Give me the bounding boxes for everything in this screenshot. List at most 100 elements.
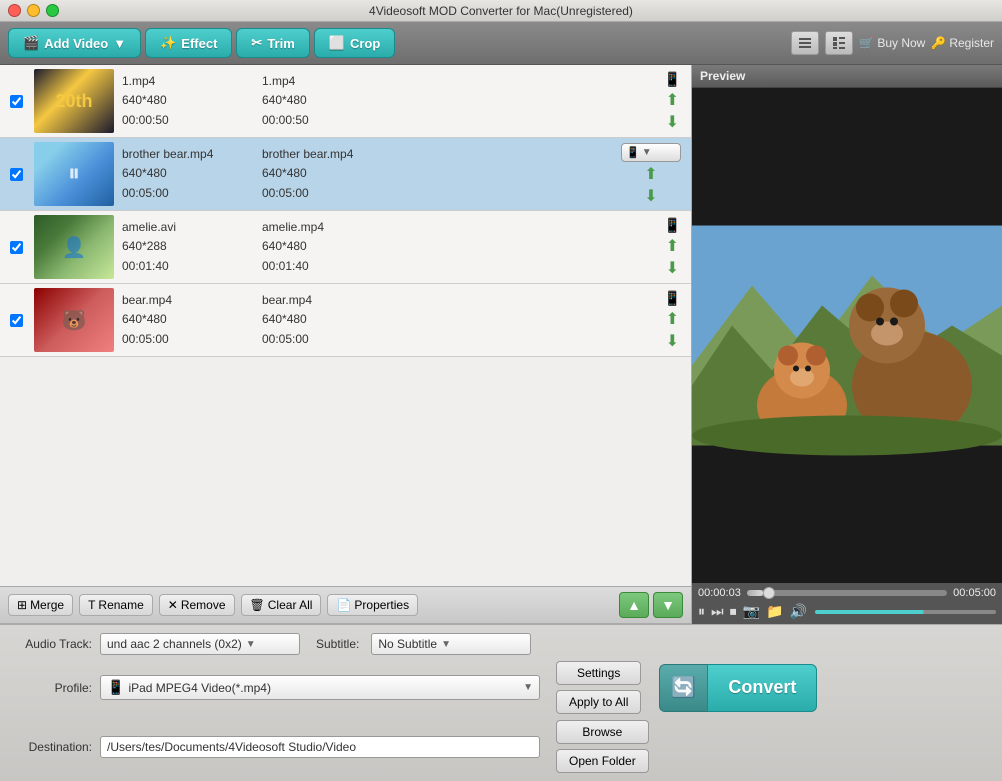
row-1-input-dur: 00:00:50: [122, 111, 242, 130]
row-4-output-res: 640*480: [262, 310, 382, 329]
browse-open-btns: Browse Open Folder: [556, 720, 649, 773]
trim-icon: ✂: [251, 35, 262, 51]
row-1-down-icon[interactable]: ⬇: [666, 112, 679, 132]
row-3-file-icons: ⬆ ⬇: [666, 236, 679, 278]
remove-icon: ✕: [168, 598, 178, 612]
open-folder-preview-button[interactable]: 📁: [766, 603, 783, 620]
buy-now-button[interactable]: 🛒 Buy Now: [859, 36, 925, 50]
subtitle-select[interactable]: No Subtitle ▼: [371, 633, 531, 655]
detail-view-button[interactable]: [825, 31, 853, 55]
audio-track-select[interactable]: und aac 2 channels (0x2) ▼: [100, 633, 300, 655]
total-time: 00:05:00: [953, 587, 996, 599]
settings-button[interactable]: Settings: [556, 661, 641, 685]
table-row[interactable]: 20th 1.mp4 640*480 00:00:50 1.mp4 640*48…: [0, 65, 691, 138]
row-1-device-icon: 📱: [664, 71, 681, 88]
table-row[interactable]: 👤 amelie.avi 640*288 00:01:40 amelie.mp4…: [0, 211, 691, 284]
row-4-output-name: bear.mp4: [262, 291, 382, 310]
row-3-output-res: 640*480: [262, 237, 382, 256]
destination-input[interactable]: [100, 736, 540, 758]
audio-track-value: und aac 2 channels (0x2): [107, 637, 242, 651]
register-button[interactable]: 🔑 Register: [931, 36, 994, 50]
minimize-button[interactable]: [27, 4, 40, 17]
row-3-checkbox[interactable]: [6, 241, 26, 254]
step-forward-button[interactable]: ⏭: [711, 603, 724, 620]
merge-button[interactable]: ⊞ Merge: [8, 594, 73, 616]
audio-track-row: Audio Track: und aac 2 channels (0x2) ▼ …: [12, 633, 990, 655]
row-1-input-res: 640*480: [122, 91, 242, 110]
toolbar-right: 🛒 Buy Now 🔑 Register: [791, 31, 994, 55]
file-bottom-toolbar: ⊞ Merge T Rename ✕ Remove 🗑 Clear All 📄 …: [0, 586, 691, 624]
crop-icon: ⬜: [329, 35, 345, 51]
trim-button[interactable]: ✂ Trim: [236, 28, 309, 58]
row-1-input-info: 1.mp4 640*480 00:00:50: [122, 72, 242, 130]
row-3-down-icon[interactable]: ⬇: [666, 258, 679, 278]
row-4-output-info: bear.mp4 640*480 00:05:00: [262, 291, 382, 349]
row-3-input-res: 640*288: [122, 237, 242, 256]
snapshot-button[interactable]: 📷: [743, 603, 760, 620]
list-view-button[interactable]: [791, 31, 819, 55]
profile-row: Profile: 📱 iPad MPEG4 Video(*.mp4) ▼ Set…: [12, 661, 990, 714]
volume-slider[interactable]: [815, 610, 996, 614]
row-4-down-icon[interactable]: ⬇: [666, 331, 679, 351]
chevron-down-icon: ▼: [523, 682, 533, 693]
clear-icon: 🗑: [250, 598, 265, 612]
row-2-input-dur: 00:05:00: [122, 184, 242, 203]
window-controls[interactable]: [8, 4, 59, 17]
volume-icon[interactable]: 🔊: [789, 603, 806, 620]
clear-all-button[interactable]: 🗑 Clear All: [241, 594, 322, 616]
row-2-input-name: brother bear.mp4: [122, 145, 242, 164]
convert-button[interactable]: Convert: [707, 664, 817, 712]
effect-button[interactable]: ✨ Effect: [145, 28, 232, 58]
rename-button[interactable]: T Rename: [79, 594, 153, 616]
row-2-down-icon[interactable]: ⬇: [644, 186, 657, 206]
row-4-checkbox[interactable]: [6, 314, 26, 327]
row-3-input-name: amelie.avi: [122, 218, 242, 237]
row-3-input-dur: 00:01:40: [122, 257, 242, 276]
main-area: 20th 1.mp4 640*480 00:00:50 1.mp4 640*48…: [0, 65, 1002, 624]
row-1-output-dur: 00:00:50: [262, 111, 382, 130]
current-time: 00:00:03: [698, 587, 741, 599]
close-button[interactable]: [8, 4, 21, 17]
maximize-button[interactable]: [46, 4, 59, 17]
row-4-info: bear.mp4 640*480 00:05:00 bear.mp4 640*4…: [122, 291, 664, 349]
progress-thumb[interactable]: [763, 587, 775, 599]
move-up-button[interactable]: ▲: [619, 592, 649, 618]
progress-track[interactable]: [747, 590, 947, 596]
row-1-checkbox[interactable]: [6, 95, 26, 108]
row-3-input-info: amelie.avi 640*288 00:01:40: [122, 218, 242, 276]
add-video-dropdown-arrow[interactable]: ▼: [113, 36, 126, 51]
properties-button[interactable]: 📄 Properties: [327, 594, 418, 616]
row-4-thumbnail: 🐻: [34, 288, 114, 352]
add-video-button[interactable]: 🎬 Add Video ▼: [8, 28, 141, 58]
row-3-up-icon[interactable]: ⬆: [666, 236, 679, 256]
row-2-device-icon: 📱: [626, 146, 640, 159]
row-2-thumbnail: ⏸: [34, 142, 114, 206]
main-toolbar: 🎬 Add Video ▼ ✨ Effect ✂ Trim ⬜ Crop: [0, 22, 1002, 65]
move-down-button[interactable]: ▼: [653, 592, 683, 618]
row-4-up-icon[interactable]: ⬆: [666, 309, 679, 329]
profile-select[interactable]: 📱 iPad MPEG4 Video(*.mp4) ▼: [100, 675, 540, 700]
open-folder-button[interactable]: Open Folder: [556, 749, 649, 773]
row-3-output-dur: 00:01:40: [262, 257, 382, 276]
row-2-output-select[interactable]: 📱 ▼: [621, 143, 681, 162]
table-row[interactable]: 🐻 bear.mp4 640*480 00:05:00 bear.mp4 640…: [0, 284, 691, 357]
row-3-actions: 📱 ⬆ ⬇: [664, 217, 681, 278]
remove-button[interactable]: ✕ Remove: [159, 594, 235, 616]
stop-button[interactable]: ⏹: [730, 603, 737, 620]
person-icon: 👤: [62, 235, 87, 260]
row-2-checkbox[interactable]: [6, 168, 26, 181]
app-title: 4Videosoft MOD Converter for Mac(Unregis…: [369, 4, 633, 18]
pause-button[interactable]: ⏸: [698, 603, 705, 620]
browse-button[interactable]: Browse: [556, 720, 649, 744]
row-2-up-icon[interactable]: ⬆: [644, 164, 657, 184]
playback-controls: ⏸ ⏭ ⏹ 📷 📁 🔊: [698, 603, 996, 620]
crop-button[interactable]: ⬜ Crop: [314, 28, 396, 58]
rename-icon: T: [88, 598, 95, 612]
preview-panel: Preview: [692, 65, 1002, 624]
settings-apply-btns: Settings Apply to All: [556, 661, 641, 714]
apply-to-all-button[interactable]: Apply to All: [556, 690, 641, 714]
table-row[interactable]: ⏸ brother bear.mp4 640*480 00:05:00 brot…: [0, 138, 691, 211]
time-bar: 00:00:03 00:05:00: [698, 587, 996, 599]
row-2-output-dur: 00:05:00: [262, 184, 382, 203]
row-1-up-icon[interactable]: ⬆: [666, 90, 679, 110]
